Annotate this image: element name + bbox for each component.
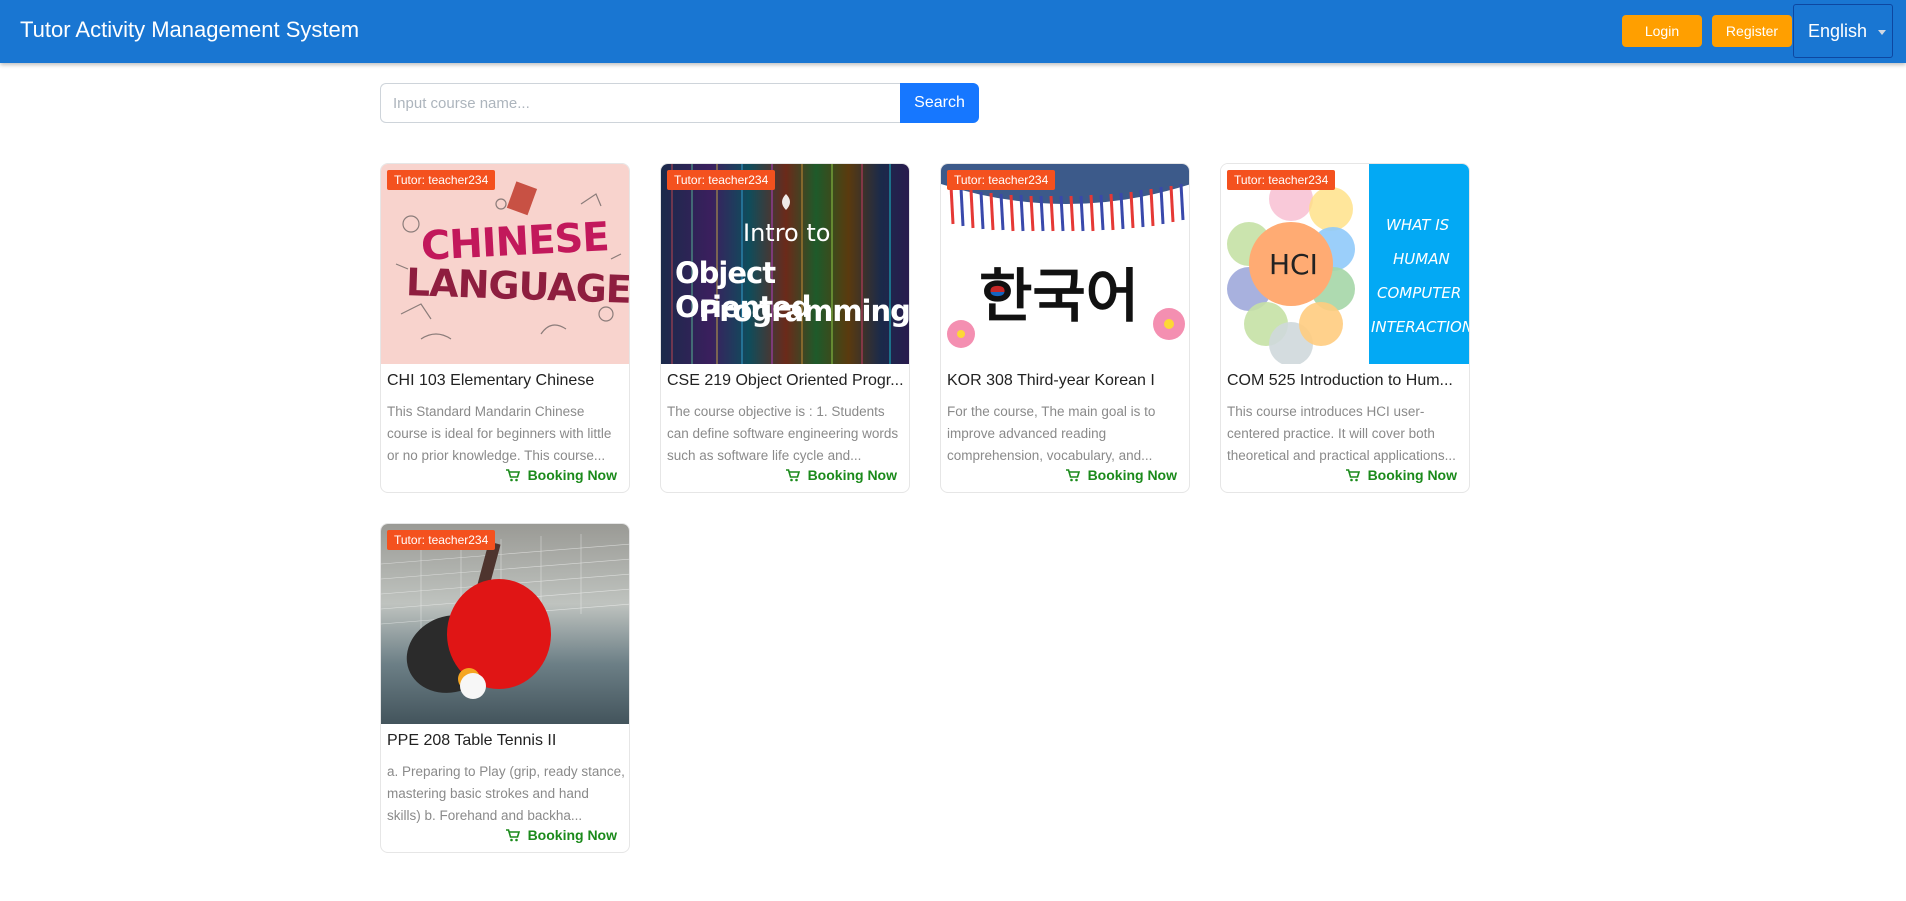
language-value: English: [1808, 20, 1868, 41]
search-bar: Search: [380, 83, 980, 123]
course-card-korean[interactable]: 한국어 Tutor: teacher234 KOR 308 Third-year…: [940, 163, 1190, 493]
image-text-interaction: INTERACTION: [1371, 318, 1470, 336]
tutor-badge: Tutor: teacher234: [1227, 170, 1336, 190]
search-button[interactable]: Search: [900, 83, 979, 123]
image-text-human: HUMAN: [1393, 250, 1450, 268]
image-text-computer: COMPUTER: [1377, 284, 1462, 302]
search-input[interactable]: [380, 83, 900, 123]
cart-icon: [505, 828, 520, 841]
course-image-korean[interactable]: 한국어 Tutor: teacher234: [941, 164, 1189, 364]
booking-label: Booking Now: [527, 827, 617, 843]
course-title[interactable]: CSE 219 Object Oriented Progr...: [667, 372, 905, 390]
top-app-bar: Tutor Activity Management System Login R…: [0, 0, 1906, 63]
course-description: This course introduces HCI user-centered…: [1227, 404, 1456, 463]
booking-label: Booking Now: [1367, 467, 1457, 483]
course-description: This Standard Mandarin Chinese course is…: [387, 404, 612, 463]
course-card-hci[interactable]: HCI WHAT IS HUMAN COMPUTER INTERACTION T…: [1220, 163, 1470, 493]
image-text-hci: HCI: [1269, 248, 1318, 281]
booking-button[interactable]: Booking Now: [1345, 467, 1457, 483]
course-card-oop[interactable]: Intro to Object Oriented Programming Tut…: [660, 163, 910, 493]
booking-label: Booking Now: [807, 467, 897, 483]
cart-icon: [1345, 468, 1360, 481]
course-title[interactable]: COM 525 Introduction to Hum...: [1227, 372, 1465, 390]
course-description: For the course, The main goal is to impr…: [947, 404, 1156, 463]
image-text-programming: Programming: [699, 294, 910, 328]
tutor-badge: Tutor: teacher234: [387, 530, 496, 550]
tutor-badge: Tutor: teacher234: [387, 170, 496, 190]
course-title[interactable]: CHI 103 Elementary Chinese: [387, 372, 625, 390]
tutor-badge: Tutor: teacher234: [947, 170, 1056, 190]
cart-icon: [785, 468, 800, 481]
language-select[interactable]: English: [1793, 4, 1893, 58]
image-text-korean: 한국어: [979, 262, 1140, 330]
course-card-table-tennis[interactable]: Tutor: teacher234 PPE 208 Table Tennis I…: [380, 523, 630, 853]
cart-icon: [1065, 468, 1080, 481]
booking-label: Booking Now: [1087, 467, 1177, 483]
course-description: The course objective is : 1. Students ca…: [667, 404, 899, 463]
booking-button[interactable]: Booking Now: [505, 827, 617, 843]
login-button[interactable]: Login: [1622, 15, 1702, 47]
booking-button[interactable]: Booking Now: [785, 467, 897, 483]
booking-label: Booking Now: [527, 467, 617, 483]
course-image-oop[interactable]: Intro to Object Oriented Programming Tut…: [661, 164, 910, 364]
booking-button[interactable]: Booking Now: [505, 467, 617, 483]
tutor-badge: Tutor: teacher234: [667, 170, 776, 190]
course-title[interactable]: PPE 208 Table Tennis II: [387, 732, 625, 750]
course-image-chinese[interactable]: CHINESE LANGUAGE Tutor: teacher234: [381, 164, 630, 364]
register-button[interactable]: Register: [1712, 15, 1792, 47]
course-title[interactable]: KOR 308 Third-year Korean I: [947, 372, 1185, 390]
image-text-intro: Intro to: [743, 219, 831, 247]
chevron-down-icon: [1878, 30, 1886, 35]
booking-button[interactable]: Booking Now: [1065, 467, 1177, 483]
image-text-language: LANGUAGE: [405, 260, 630, 312]
app-title: Tutor Activity Management System: [20, 17, 360, 42]
course-image-hci[interactable]: HCI WHAT IS HUMAN COMPUTER INTERACTION T…: [1221, 164, 1470, 364]
table-tennis-illustration: [381, 534, 629, 699]
course-description: a. Preparing to Play (grip, ready stance…: [387, 764, 625, 823]
course-image-table-tennis[interactable]: Tutor: teacher234: [381, 524, 629, 724]
cart-icon: [505, 468, 520, 481]
image-text-what-is: WHAT IS: [1386, 216, 1450, 234]
course-card-chinese[interactable]: CHINESE LANGUAGE Tutor: teacher234 CHI 1…: [380, 163, 630, 493]
